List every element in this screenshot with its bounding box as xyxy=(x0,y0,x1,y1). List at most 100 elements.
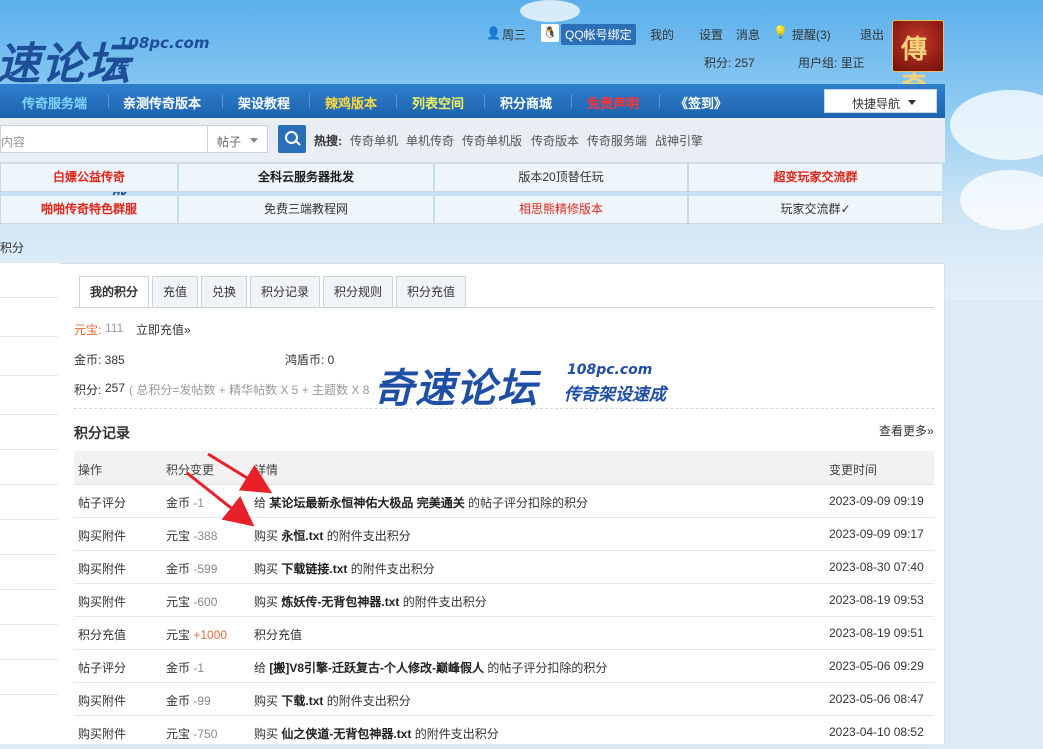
reminders-link[interactable]: 提醒(3) xyxy=(792,26,831,43)
sidebar-item[interactable] xyxy=(0,263,58,298)
hot-search-link[interactable]: 传奇版本 xyxy=(531,132,579,149)
ad-link[interactable]: 版本20顶替任玩 xyxy=(434,163,688,192)
row-operation: 购买附件 xyxy=(78,562,127,576)
ad-link[interactable]: 白嫖公益传奇 xyxy=(0,163,178,192)
ad-link[interactable]: 相思熊精修版本 xyxy=(434,195,688,224)
avatar[interactable]: 傳奇 xyxy=(892,20,944,102)
detail-link[interactable]: 永恒.txt xyxy=(281,529,323,543)
sidebar-item[interactable] xyxy=(0,660,58,695)
header-detail: 详情 xyxy=(254,463,279,477)
sidebar-item[interactable] xyxy=(0,302,58,337)
nav-item-server[interactable]: 传奇服务端 xyxy=(22,93,87,112)
hot-search-link[interactable]: 传奇服务端 xyxy=(587,132,647,149)
row-change: 金币 -1 xyxy=(166,659,204,676)
row-time: 2023-05-06 08:47 xyxy=(829,692,924,706)
qq-bind-button[interactable]: QQ帐号绑定 xyxy=(561,24,636,45)
tab-points-rules[interactable]: 积分规则 xyxy=(323,276,393,307)
detail-link[interactable]: [搬]V8引擎-迁跃复古-个人修改-巅峰假人 xyxy=(269,661,484,675)
messages-link[interactable]: 消息 xyxy=(736,26,760,43)
ad-link[interactable]: 超变玩家交流群 xyxy=(688,163,943,192)
tab-points-recharge[interactable]: 积分充值 xyxy=(396,276,466,307)
row-time: 2023-08-30 07:40 xyxy=(829,560,924,574)
detail-link[interactable]: 下载.txt xyxy=(281,694,323,708)
header-time: 变更时间 xyxy=(829,463,878,477)
ad-link[interactable]: 玩家交流群✓ xyxy=(688,195,943,224)
ad-link[interactable]: 啪啪传奇特色群服 xyxy=(0,195,178,224)
row-change: 金币 -1 xyxy=(166,494,204,511)
detail-suffix: 的帖子评分扣除的积分 xyxy=(487,661,608,675)
sidebar-item[interactable] xyxy=(0,520,58,555)
quick-nav-label: 快捷导航 xyxy=(852,97,901,111)
search-bar: 内容 帖子 热搜: 传奇单机 单机传奇 传奇单机版 传奇版本 传奇服务端 战神引… xyxy=(0,118,945,163)
nav-item-tutorials[interactable]: 架设教程 xyxy=(238,93,290,112)
row-detail: 购买 炼妖传-无背包神器.txt 的附件支出积分 xyxy=(254,593,487,610)
row-change: 元宝 -388 xyxy=(166,527,217,544)
sidebar-item[interactable] xyxy=(0,341,58,376)
row-detail: 积分充值 xyxy=(254,626,302,643)
nav-item-disclaimer[interactable]: 免责声明 xyxy=(587,93,639,112)
tab-points-log[interactable]: 积分记录 xyxy=(250,276,320,307)
row-detail: 购买 下载.txt 的附件支出积分 xyxy=(254,692,411,709)
breadcrumb[interactable]: 积分 xyxy=(0,239,24,256)
row-operation: 积分充值 xyxy=(78,628,127,642)
points-formula: ( 总积分=发帖数 + 精华帖数 X 5 + 主题数 X 8 xyxy=(129,383,370,397)
detail-prefix: 购买 xyxy=(254,595,279,609)
nav-item-checkin[interactable]: 《签到》 xyxy=(675,93,727,112)
row-currency: 元宝 xyxy=(166,628,191,642)
row-currency: 元宝 xyxy=(166,595,191,609)
detail-prefix: 积分充值 xyxy=(254,628,303,642)
nav-item-list-space[interactable]: 列表空间 xyxy=(412,93,464,112)
detail-suffix: 的附件支出积分 xyxy=(350,562,435,576)
ad-link[interactable]: 全科云服务器批发 xyxy=(178,163,434,192)
detail-link[interactable]: 炼妖传-无背包神器.txt xyxy=(281,595,399,609)
nav-divider xyxy=(222,94,223,108)
detail-link[interactable]: 仙之侠道-无背包神器.txt xyxy=(281,727,411,741)
detail-link[interactable]: 下载链接.txt xyxy=(281,562,347,576)
row-detail: 给 某论坛最新永恒神佑大极品 完美通关 的帖子评分扣除的积分 xyxy=(254,494,588,511)
points-info[interactable]: 积分: 257 xyxy=(704,54,755,71)
usergroup-info[interactable]: 用户组: 里正 xyxy=(798,54,865,71)
sidebar-item-active[interactable] xyxy=(0,380,58,415)
nav-item-tested-versions[interactable]: 亲测传奇版本 xyxy=(123,93,201,112)
search-icon-handle xyxy=(295,140,301,146)
table-header: 操作 积分变更 详情 变更时间 xyxy=(74,451,934,485)
hot-search-link[interactable]: 传奇单机版 xyxy=(462,132,522,149)
sidebar-item[interactable] xyxy=(0,415,58,450)
bulb-icon: 💡 xyxy=(773,25,788,39)
gold-balance: 金币: 385 xyxy=(74,353,125,367)
search-input[interactable]: 内容 xyxy=(0,125,208,153)
mine-link[interactable]: 我的 xyxy=(650,26,674,43)
tab-exchange[interactable]: 兑换 xyxy=(201,276,247,307)
tab-my-points[interactable]: 我的积分 xyxy=(79,276,149,308)
row-amount: -99 xyxy=(193,694,211,708)
nav-item-junk-versions[interactable]: 辣鸡版本 xyxy=(325,93,377,112)
quick-nav-dropdown[interactable]: 快捷导航 xyxy=(824,89,937,113)
points-label: 积分: xyxy=(74,383,102,397)
weekday-label[interactable]: 周三 xyxy=(502,26,526,43)
sidebar-item[interactable] xyxy=(0,450,58,485)
nav-divider xyxy=(309,94,310,108)
sidebar-item[interactable] xyxy=(0,590,58,625)
watermark-domain: 108pc.com xyxy=(567,362,653,378)
row-time: 2023-09-09 09:17 xyxy=(829,527,924,541)
row-operation: 帖子评分 xyxy=(78,496,127,510)
sidebar-item[interactable] xyxy=(0,485,58,520)
search-button[interactable] xyxy=(278,125,306,153)
hot-search-label: 热搜: xyxy=(314,134,342,148)
hot-search-link[interactable]: 传奇单机 xyxy=(350,132,398,149)
detail-link[interactable]: 某论坛最新永恒神佑大极品 完美通关 xyxy=(269,496,464,510)
logout-link[interactable]: 退出 xyxy=(860,26,884,43)
sidebar-item[interactable] xyxy=(0,555,58,590)
recharge-now-link[interactable]: 立即充值» xyxy=(136,321,191,338)
view-more-link[interactable]: 查看更多» xyxy=(879,422,934,439)
row-amount: -600 xyxy=(193,595,218,609)
hot-search-link[interactable]: 战神引擎 xyxy=(655,132,703,149)
hot-search-link[interactable]: 单机传奇 xyxy=(406,132,454,149)
search-type-select[interactable]: 帖子 xyxy=(208,125,268,153)
row-time: 2023-05-06 09:29 xyxy=(829,659,924,673)
sidebar-item[interactable] xyxy=(0,625,58,660)
settings-link[interactable]: 设置 xyxy=(699,26,723,43)
ad-link[interactable]: 免费三端教程网 xyxy=(178,195,434,224)
nav-item-points-mall[interactable]: 积分商城 xyxy=(500,93,552,112)
tab-recharge[interactable]: 充值 xyxy=(152,276,198,307)
